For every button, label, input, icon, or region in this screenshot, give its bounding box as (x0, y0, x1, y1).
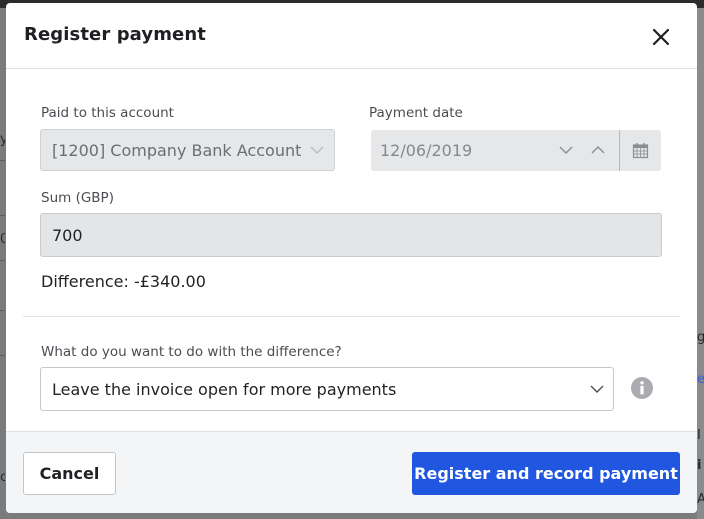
account-select[interactable]: [1200] Company Bank Account (40, 129, 335, 171)
calendar-button[interactable] (620, 130, 661, 171)
close-icon (652, 28, 670, 46)
cancel-button[interactable]: Cancel (23, 452, 116, 495)
dialog-header: Register payment (6, 3, 697, 69)
info-icon[interactable] (630, 376, 654, 400)
payment-date-label: Payment date (369, 105, 463, 121)
backdrop-divider (0, 160, 5, 161)
sum-value: 700 (52, 225, 83, 245)
account-label: Paid to this account (41, 105, 174, 121)
backdrop-link: e (697, 372, 704, 387)
chevron-down-icon (310, 146, 324, 154)
backdrop-text: i (697, 458, 702, 473)
account-value: [1200] Company Bank Account (52, 140, 302, 160)
dialog-footer: Cancel Register and record payment (6, 431, 697, 513)
backdrop-divider (0, 355, 5, 356)
calendar-icon (632, 143, 649, 159)
register-and-record-payment-button[interactable]: Register and record payment (412, 452, 680, 495)
payment-date-field[interactable]: 12/06/2019 (371, 130, 661, 171)
backdrop-text: I (697, 428, 701, 443)
chevron-down-icon (590, 385, 604, 393)
close-button[interactable] (649, 25, 673, 49)
chevron-down-icon[interactable] (558, 142, 574, 158)
register-payment-dialog: Register payment Paid to this account [1… (6, 3, 697, 513)
backdrop-text: A (697, 492, 704, 507)
backdrop-divider (0, 260, 5, 261)
sum-input[interactable]: 700 (40, 213, 662, 257)
backdrop-text: 0 (0, 232, 5, 247)
sum-label: Sum (GBP) (41, 190, 114, 206)
backdrop-text: y (0, 132, 5, 147)
chevron-up-icon[interactable] (590, 142, 606, 158)
backdrop-divider (0, 310, 5, 311)
dialog-title: Register payment (24, 24, 206, 45)
difference-action-value: Leave the invoice open for more payments (52, 379, 397, 399)
backdrop-text: g (697, 330, 704, 345)
difference-action-label: What do you want to do with the differen… (41, 344, 342, 360)
difference-action-select[interactable]: Leave the invoice open for more payments (40, 367, 614, 411)
section-divider (23, 316, 680, 317)
payment-date-value: 12/06/2019 (380, 141, 473, 160)
backdrop-text: c (0, 470, 5, 485)
backdrop-divider (0, 215, 5, 216)
difference-text: Difference: -£340.00 (41, 272, 206, 291)
